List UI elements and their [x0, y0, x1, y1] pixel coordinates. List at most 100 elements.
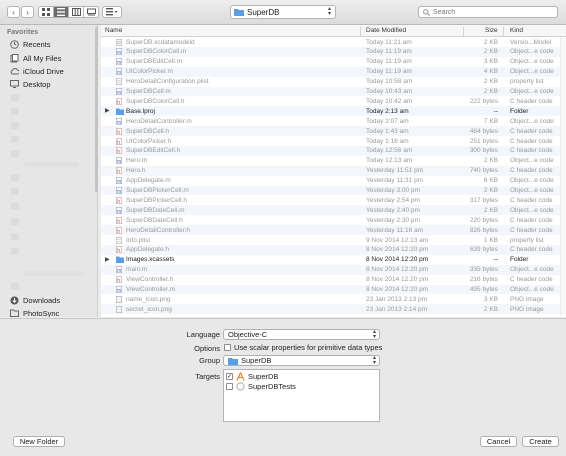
search-field[interactable] — [418, 6, 558, 18]
blurred-sidebar-label — [24, 162, 79, 167]
sidebar-item-photosync[interactable]: PhotoSync — [0, 307, 97, 317]
file-kind: Object...e code — [510, 117, 554, 125]
file-kind: Versio...Model — [510, 38, 552, 46]
scalar-properties-label: Use scalar properties for primitive data… — [234, 343, 383, 352]
folder-row[interactable]: ▶ Images.xcassets 8 Nov 2014 12:20 pm -- Fol… — [101, 255, 560, 265]
back-button[interactable]: ‹ — [7, 6, 20, 18]
chevron-left-icon: ‹ — [12, 7, 15, 17]
disclosure-triangle-icon[interactable]: ▶ — [105, 107, 110, 114]
file-date: Yesterday 11:51 pm — [366, 167, 424, 175]
file-date: 23 Jan 2013 2:14 pm — [366, 305, 428, 313]
file-row[interactable]: m main.m 8 Nov 2014 12:20 pm 335 bytes Objec… — [101, 264, 560, 275]
column-divider — [503, 27, 504, 36]
list-view-button[interactable] — [53, 6, 69, 18]
icon-view-button[interactable] — [38, 6, 54, 18]
file-row[interactable]: m SuperDBDateCell.m Yesterday 2:40 pm 2 KB O… — [101, 205, 560, 216]
file-row[interactable]: m Hero.m Today 12:13 am 2 KB Object...e code — [101, 156, 560, 166]
target-row-superdbtests[interactable]: SuperDBTests — [226, 382, 376, 391]
column-view-button[interactable] — [68, 6, 84, 18]
new-folder-button[interactable]: New Folder — [13, 436, 65, 447]
file-row[interactable]: Info.plist 9 Nov 2014 12:13 am 1 KB propert… — [101, 235, 560, 245]
sidebar-scrollbar[interactable] — [95, 27, 98, 192]
file-row[interactable]: SuperDB.xcdatamodeld Today 11:21 am 2 KB Ve… — [101, 37, 560, 47]
file-kind: Object...e code — [510, 88, 554, 95]
file-row[interactable]: m SuperDBPickerCell.m Yesterday 3:00 pm 2 K… — [101, 185, 560, 196]
group-popup[interactable]: SuperDB ▴ ▾ — [223, 355, 380, 366]
file-row[interactable]: h AppDelegate.h 8 Nov 2014 12:20 pm 639 byt… — [101, 244, 560, 255]
objc-source-file-icon: m — [116, 286, 123, 294]
target-checkbox[interactable] — [226, 383, 233, 390]
desktop-icon — [10, 80, 19, 89]
file-row[interactable]: h SuperDBColorCell.h Today 10:42 am 222 byt… — [101, 96, 560, 106]
columns-icon — [71, 8, 81, 16]
list-icon — [57, 8, 65, 16]
svg-text:h: h — [117, 248, 120, 253]
file-name: SuperDBEditCell.h — [126, 147, 181, 155]
column-header-name[interactable]: Name — [105, 27, 122, 34]
svg-text:m: m — [117, 90, 121, 95]
file-kind: PNG image — [510, 305, 544, 313]
disclosure-triangle-icon[interactable]: ▶ — [105, 256, 110, 263]
sidebar-item-icloud-drive[interactable]: iCloud Drive — [0, 65, 97, 77]
file-row[interactable]: h ViewController.h 8 Nov 2014 12:20 pm 216 … — [101, 275, 560, 285]
file-row[interactable]: h SuperDBPickerCell.h Yesterday 2:54 pm 317… — [101, 195, 560, 205]
chevron-right-icon: › — [26, 7, 29, 17]
file-size: 7 KB — [483, 117, 498, 125]
file-row[interactable]: h UIColorPicker.h Today 1:16 am 251 bytes C … — [101, 136, 560, 146]
location-folder-name: SuperDB — [247, 7, 280, 17]
file-date: Yesterday 11:31 pm — [366, 177, 424, 185]
file-row[interactable]: name_icon.png 23 Jan 2013 2:13 pm 3 KB PNG … — [101, 294, 560, 304]
c-header-file-icon: h — [116, 246, 123, 254]
c-header-file-icon: h — [116, 137, 123, 146]
file-name: SuperDBPickerCell.h — [126, 196, 188, 204]
file-row[interactable]: m HeroDetailController.m Today 2:07 am 7 KB… — [101, 116, 560, 126]
location-popup[interactable]: SuperDB ▴ ▾ — [230, 5, 336, 19]
objc-source-file-icon: m — [116, 68, 123, 76]
file-row[interactable]: HeroDetailConfiguration.plist Today 10:58… — [101, 77, 560, 87]
search-input[interactable] — [433, 8, 543, 16]
file-row[interactable]: h HeroDetailController.h Yesterday 11:16 a… — [101, 225, 560, 235]
sidebar-item-downloads[interactable]: Downloads — [0, 294, 97, 306]
language-popup[interactable]: Objective-C ▴ ▾ — [223, 329, 380, 340]
file-row[interactable]: m SuperDBCell.m Today 10:43 am 2 KB Object..… — [101, 86, 560, 97]
file-row[interactable]: m SuperDBEditCell.m Today 11:19 am 3 KB Obje… — [101, 57, 560, 67]
file-row[interactable]: h SuperDBDateCell.h Yesterday 2:30 pm 220 b… — [101, 215, 560, 225]
file-kind: C header code — [510, 147, 553, 155]
file-name: SuperDBDateCell.m — [126, 206, 185, 214]
file-kind: Object...e code — [510, 206, 554, 214]
sidebar-item-desktop[interactable]: Desktop — [0, 78, 97, 90]
file-date: 8 Nov 2014 12:20 pm — [366, 286, 429, 293]
create-button[interactable]: Create — [522, 436, 559, 447]
file-row[interactable]: secret_icon.png 23 Jan 2013 2:14 pm 2 KB PN… — [101, 304, 560, 315]
file-name: SuperDBCell.m — [126, 88, 171, 95]
file-list-scrollbar[interactable] — [560, 37, 566, 315]
file-date: Yesterday 2:30 pm — [366, 216, 420, 224]
sidebar-item-all-my-files[interactable]: All My Files — [0, 52, 97, 64]
folder-row[interactable]: ▶ Base.lproj Today 2:13 am -- Folder — [101, 106, 560, 117]
file-row[interactable]: h SuperDBCell.h Today 1:43 am 464 bytes C he… — [101, 126, 560, 136]
arrange-button[interactable] — [102, 6, 122, 18]
file-row[interactable]: h SuperDBEditCell.h Today 12:56 am 300 byte… — [101, 145, 560, 156]
coverflow-view-button[interactable] — [83, 6, 99, 18]
file-name: AppDelegate.h — [126, 246, 170, 254]
file-name: ViewController.h — [126, 276, 174, 284]
column-header-kind[interactable]: Kind — [510, 27, 523, 34]
forward-button[interactable]: › — [21, 6, 34, 18]
target-checkbox[interactable]: ✓ — [226, 373, 233, 380]
svg-text:h: h — [117, 169, 120, 174]
file-row[interactable]: m AppDelegate.m Yesterday 11:31 pm 6 KB Obje… — [101, 176, 560, 186]
file-row[interactable]: m SuperDBColorCell.m Today 11:19 am 2 KB Obj… — [101, 46, 560, 57]
file-row[interactable]: m UIColorPicker.m Today 11:19 am 4 KB Object… — [101, 66, 560, 77]
target-name: SuperDBTests — [248, 382, 296, 391]
file-row[interactable]: m ViewController.m 8 Nov 2014 12:20 pm 495 … — [101, 284, 560, 295]
file-name: main.m — [126, 266, 148, 274]
sidebar-item-recents[interactable]: Recents — [0, 38, 97, 50]
target-row-superdb[interactable]: ✓ SuperDB — [226, 372, 376, 381]
scalar-properties-checkbox[interactable] — [224, 344, 231, 351]
column-header-date[interactable]: Date Modified — [366, 27, 406, 34]
file-date: Today 2:07 am — [366, 117, 409, 125]
column-header-size[interactable]: Size — [485, 27, 498, 34]
objc-source-file-icon: m — [116, 48, 123, 56]
cancel-button[interactable]: Cancel — [480, 436, 517, 447]
file-row[interactable]: h Hero.h Yesterday 11:51 pm 740 bytes C head… — [101, 165, 560, 176]
